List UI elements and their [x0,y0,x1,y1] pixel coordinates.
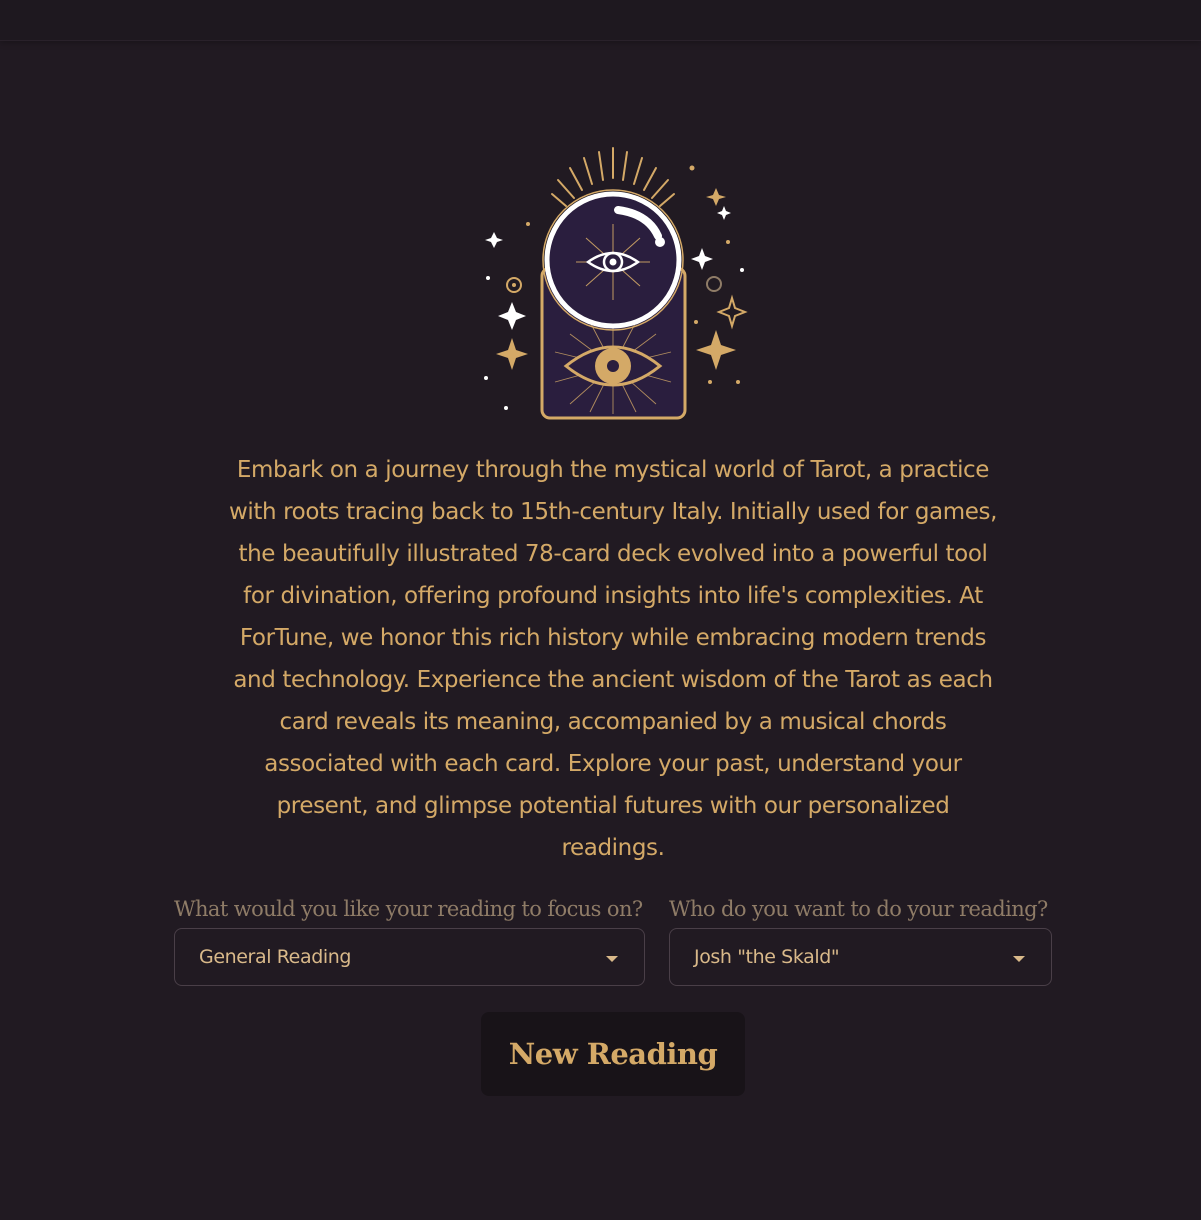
reader-select-value: Josh "the Skald" [694,946,840,968]
top-bar [0,0,1201,41]
chevron-down-icon [606,956,618,962]
intro-text: Embark on a journey through the mystical… [229,457,997,861]
reader-field: Who do you want to do your reading? Josh… [669,894,1052,986]
tarot-logo-icon [484,147,748,420]
focus-field: What would you like your reading to focu… [174,894,645,986]
new-reading-button[interactable]: New Reading [481,1012,745,1096]
focus-select[interactable]: General Reading [174,928,645,986]
chevron-down-icon [1013,956,1025,962]
focus-select-value: General Reading [199,946,352,968]
reader-select[interactable]: Josh "the Skald" [669,928,1052,986]
focus-label: What would you like your reading to focu… [174,897,643,921]
reader-label: Who do you want to do your reading? [669,897,1048,921]
